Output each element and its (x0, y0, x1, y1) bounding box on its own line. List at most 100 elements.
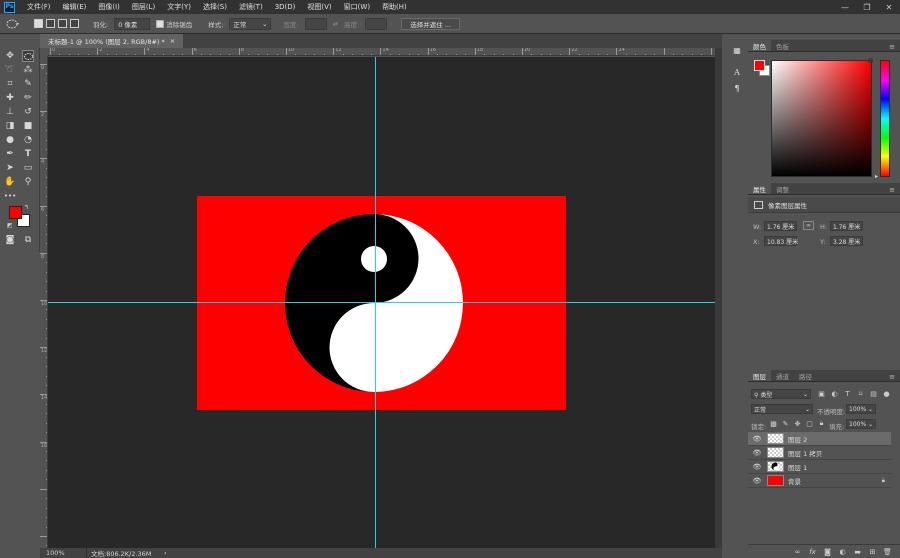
link-icon[interactable]: ∞ (793, 547, 802, 556)
menu-help[interactable]: 帮助(H) (376, 2, 413, 12)
path-selection-tool-icon[interactable]: ➤ (4, 162, 16, 174)
menu-image[interactable]: 图像(I) (92, 2, 126, 12)
swap-icon[interactable]: ⇄ (333, 20, 338, 28)
rectangle-tool-icon[interactable]: ▭ (22, 162, 34, 174)
filter-adjustment-icon[interactable]: ◐ (830, 389, 839, 398)
menu-select[interactable]: 选择(S) (197, 2, 233, 12)
minimize-button[interactable]: — (834, 0, 856, 14)
marquee-preset-icon[interactable] (6, 19, 20, 29)
healing-brush-tool-icon[interactable]: ✚ (4, 92, 16, 104)
filter-smart-object-icon[interactable]: ▤ (869, 389, 878, 398)
panel-foreground-swatch[interactable] (754, 60, 765, 71)
filter-pixel-icon[interactable]: ▣ (817, 389, 826, 398)
filter-toggle-icon[interactable]: ● (882, 389, 891, 398)
antialias-checkbox[interactable]: 消除锯齿 (156, 19, 192, 29)
hue-slider[interactable] (880, 60, 890, 177)
horizontal-guide[interactable] (48, 302, 715, 303)
clone-stamp-tool-icon[interactable]: ⊥ (4, 106, 16, 118)
hand-tool-icon[interactable]: ✋ (4, 176, 16, 188)
close-window-button[interactable]: ✕ (878, 0, 900, 14)
x-input[interactable]: 10.83 厘米 (764, 236, 798, 246)
eye-icon[interactable]: 👁︎ (751, 449, 763, 457)
panel-menu-icon[interactable]: ≡ (889, 186, 895, 194)
tab-swatches[interactable]: 色板 (771, 40, 794, 51)
menu-edit[interactable]: 编辑(E) (57, 2, 93, 12)
height-input[interactable] (365, 17, 388, 30)
dodge-tool-icon[interactable]: ◔ (22, 134, 34, 146)
history-brush-tool-icon[interactable]: ↺ (22, 106, 34, 118)
menu-3d[interactable]: 3D(D) (269, 3, 302, 11)
menu-view[interactable]: 视图(V) (301, 2, 337, 12)
ruler-left[interactable]: 0 2 4 6 8 10 12 14 16 (40, 56, 48, 548)
add-selection-icon[interactable] (46, 19, 55, 28)
lock-all-icon[interactable]: 🔒︎ (817, 419, 826, 428)
status-arrow-icon[interactable]: › (164, 549, 167, 557)
layer-filter-select[interactable]: ⚲ 类型 ⌄ (751, 389, 811, 399)
opacity-input[interactable]: 100% ⌄ (846, 404, 876, 414)
brush-tool-icon[interactable]: ✏ (22, 92, 34, 104)
layer-row[interactable]: 👁︎ 图层 1 (748, 460, 891, 474)
ruler-top[interactable]: 0 2 4 6 8 10 12 14 16 18 20 22 24 (48, 48, 722, 56)
mask-icon[interactable]: ◙ (823, 547, 832, 556)
lock-pixels-icon[interactable]: ✎ (781, 419, 790, 428)
menu-file[interactable]: 文件(F) (21, 2, 57, 12)
character-panel-icon[interactable]: A (731, 66, 743, 78)
antialias-check-icon[interactable] (156, 19, 165, 28)
subtract-selection-icon[interactable] (58, 19, 67, 28)
lasso-tool-icon[interactable]: ➰ (4, 64, 16, 76)
menu-window[interactable]: 窗口(W) (338, 2, 376, 12)
width-input[interactable] (304, 17, 327, 30)
type-tool-icon[interactable]: T (22, 148, 34, 160)
h-input[interactable]: 1.76 厘米 (830, 221, 863, 231)
trash-icon[interactable]: 🗑︎ (883, 547, 892, 556)
default-colors-icon[interactable]: ◩ (7, 222, 13, 229)
pen-tool-icon[interactable]: ✒ (4, 148, 16, 160)
fill-input[interactable]: 100% ⌄ (846, 419, 876, 429)
elliptical-marquee-tool-icon[interactable] (22, 50, 34, 62)
tab-channels[interactable]: 通道 (771, 370, 794, 381)
zoom-level[interactable]: 100% (46, 549, 86, 557)
intersect-selection-icon[interactable] (70, 19, 79, 28)
w-input[interactable]: 1.76 厘米 (764, 221, 797, 231)
gradient-tool-icon[interactable]: ■ (22, 120, 34, 132)
more-tools-icon[interactable]: ••• (4, 190, 16, 202)
layer-row[interactable]: 👁︎ 图层 1 拷贝 (748, 446, 891, 460)
screen-mode-icon[interactable]: ⧉ (22, 234, 34, 246)
blend-mode-select[interactable]: 正常 ⌄ (751, 404, 813, 414)
menu-layer[interactable]: 图层(L) (126, 2, 161, 12)
move-tool-icon[interactable]: ✥ (4, 50, 16, 62)
new-layer-icon[interactable]: ⊞ (868, 547, 877, 556)
lock-artboard-icon[interactable]: ▢ (805, 419, 814, 428)
layer-row[interactable]: 👁︎ 图层 2 (748, 432, 891, 446)
filter-type-icon[interactable]: T (843, 389, 852, 398)
panel-menu-icon[interactable]: ≡ (889, 43, 895, 51)
zoom-tool-icon[interactable]: ⚲ (22, 176, 34, 188)
tab-properties[interactable]: 属性 (748, 183, 771, 194)
tab-layers[interactable]: 图层 (748, 370, 771, 381)
fx-icon[interactable]: fx (808, 547, 817, 556)
select-and-mask-button[interactable]: 选择并遮住 ... (401, 17, 461, 30)
foreground-color-swatch[interactable] (9, 206, 22, 219)
paragraph-panel-icon[interactable]: ¶ (731, 82, 743, 94)
link-dimensions-icon[interactable]: ∞ (803, 221, 814, 230)
eyedropper-tool-icon[interactable]: ✎ (22, 78, 34, 90)
eye-icon[interactable]: 👁︎ (751, 435, 763, 443)
close-tab-icon[interactable]: × (170, 37, 175, 45)
lock-transparency-icon[interactable]: ▩ (769, 419, 778, 428)
layer-row[interactable]: 👁︎ 背景 🔒︎ (748, 474, 891, 488)
y-input[interactable]: 3.28 厘米 (830, 236, 863, 246)
adjustment-icon[interactable]: ◐ (838, 547, 847, 556)
hue-slider-handle-icon[interactable]: ▸ (875, 173, 878, 180)
swap-colors-icon[interactable]: ↰ (24, 204, 29, 211)
group-icon[interactable]: ▬ (853, 547, 862, 556)
new-selection-icon[interactable] (34, 19, 43, 28)
menu-filter[interactable]: 滤镜(T) (233, 2, 269, 12)
magic-wand-tool-icon[interactable]: ⁂ (22, 64, 34, 76)
color-picker-cursor[interactable] (868, 58, 873, 63)
color-picker-field[interactable] (771, 60, 872, 177)
eye-icon[interactable]: 👁︎ (751, 463, 763, 471)
panel-menu-icon[interactable]: ≡ (889, 373, 895, 381)
tab-paths[interactable]: 路径 (794, 370, 817, 381)
crop-tool-icon[interactable]: ⌗ (4, 78, 16, 90)
document-tab[interactable]: 未标题-1 @ 100% (图层 2, RGB/8#) * × (40, 34, 184, 48)
